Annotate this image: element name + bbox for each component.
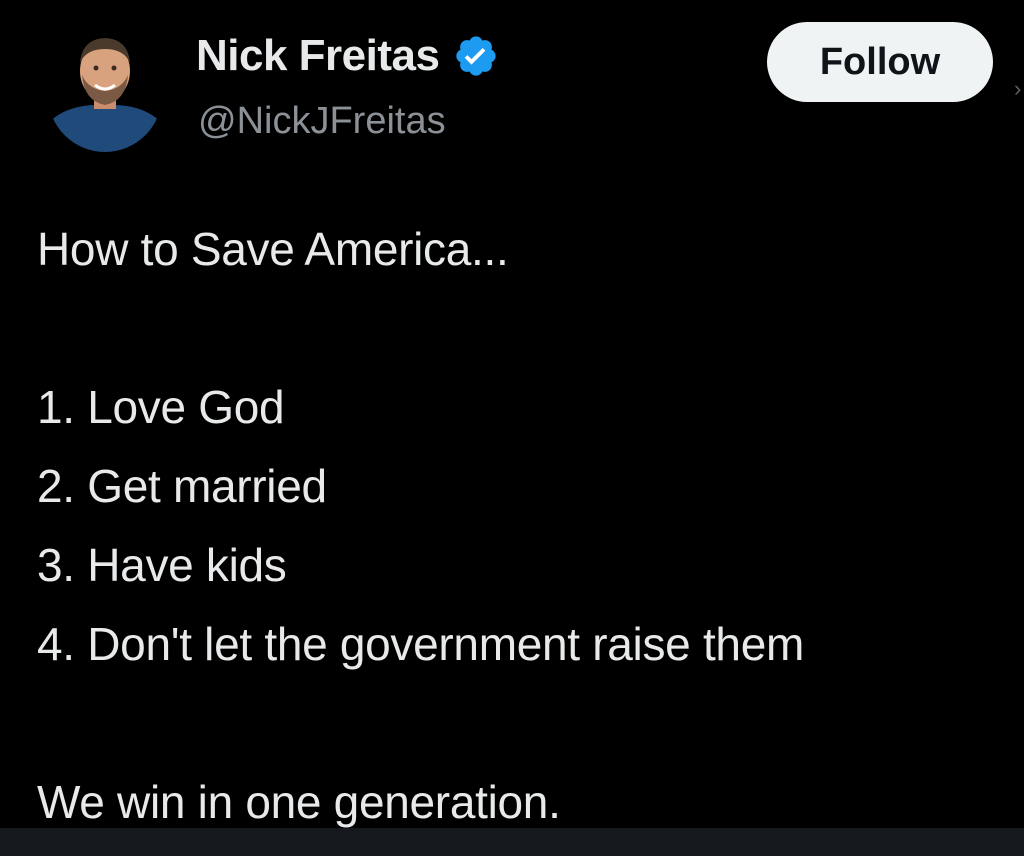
tweet-line: 3. Have kids bbox=[37, 539, 287, 591]
follow-button[interactable]: Follow bbox=[767, 22, 993, 102]
author-display-name[interactable]: Nick Freitas bbox=[196, 30, 440, 82]
tweet-line: 2. Get married bbox=[37, 460, 327, 512]
author-avatar[interactable] bbox=[48, 25, 162, 153]
tweet-line: 1. Love God bbox=[37, 381, 285, 433]
tweet-line: 4. Don't let the government raise them bbox=[37, 618, 805, 670]
tweet-text: How to Save America... 1. Love God 2. Ge… bbox=[37, 210, 804, 842]
author-handle[interactable]: @NickJFreitas bbox=[198, 98, 446, 144]
tweet-card: Nick Freitas @NickJFreitas Follow › How … bbox=[0, 0, 1024, 828]
more-chevron-icon: › bbox=[1014, 76, 1022, 101]
tweet-line: How to Save America... bbox=[37, 223, 509, 275]
author-name-row: Nick Freitas bbox=[196, 30, 499, 82]
bottom-strip bbox=[0, 828, 1024, 856]
verified-badge-icon[interactable] bbox=[453, 33, 499, 79]
